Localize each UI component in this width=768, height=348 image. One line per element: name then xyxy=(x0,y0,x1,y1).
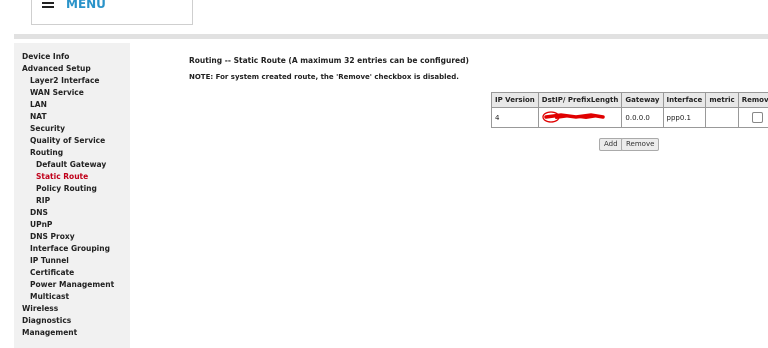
page-note: NOTE: For system created route, the 'Rem… xyxy=(189,73,459,81)
sidebar-item-lan[interactable]: LAN xyxy=(30,100,47,109)
sidebar-item-upnp[interactable]: UPnP xyxy=(30,220,52,229)
column-header-dstip: DstIP/ PrefixLength xyxy=(537,92,623,108)
column-header-interface: Interface xyxy=(662,92,707,108)
sidebar-item-ip-tunnel[interactable]: IP Tunnel xyxy=(30,256,69,265)
redaction-scribble xyxy=(542,111,605,123)
sidebar-item-multicast[interactable]: Multicast xyxy=(30,292,69,301)
sidebar-item-advanced-setup[interactable]: Advanced Setup xyxy=(22,64,91,73)
column-header-ip-version: IP Version xyxy=(491,92,539,108)
column-header-remove: Remove xyxy=(737,92,768,108)
sidebar-item-routing[interactable]: Routing xyxy=(30,148,63,157)
remove-button[interactable]: Remove xyxy=(621,138,660,151)
column-header-metric: metric xyxy=(705,92,739,108)
sidebar-item-policy-routing[interactable]: Policy Routing xyxy=(36,184,97,193)
page-title: Routing -- Static Route (A maximum 32 en… xyxy=(189,56,469,65)
header-divider xyxy=(14,34,768,39)
cell-remove xyxy=(737,107,768,128)
sidebar-item-diagnostics[interactable]: Diagnostics xyxy=(22,316,71,325)
sidebar-item-interface-grouping[interactable]: Interface Grouping xyxy=(30,244,110,253)
cell-dstip-redacted xyxy=(537,107,623,128)
table-header-row: IP Version DstIP/ PrefixLength Gateway I… xyxy=(491,92,768,108)
sidebar-item-layer2-interface[interactable]: Layer2 Interface xyxy=(30,76,99,85)
column-header-gateway: Gateway xyxy=(621,92,664,108)
cell-interface: ppp0.1 xyxy=(662,107,707,128)
sidebar-item-quality-of-service[interactable]: Quality of Service xyxy=(30,136,105,145)
sidebar-item-nat[interactable]: NAT xyxy=(30,112,47,121)
remove-checkbox[interactable] xyxy=(751,112,763,123)
sidebar-item-rip[interactable]: RIP xyxy=(36,196,50,205)
menu-label: MENU xyxy=(66,0,106,11)
sidebar-item-dns[interactable]: DNS xyxy=(30,208,48,217)
table-row: 4 0.0.0.0 ppp0.1 xyxy=(491,107,768,128)
sidebar-item-management[interactable]: Management xyxy=(22,328,77,337)
static-route-table: IP Version DstIP/ PrefixLength Gateway I… xyxy=(491,92,768,128)
cell-gateway: 0.0.0.0 xyxy=(621,107,664,128)
sidebar-item-default-gateway[interactable]: Default Gateway xyxy=(36,160,106,169)
sidebar-item-wan-service[interactable]: WAN Service xyxy=(30,88,84,97)
sidebar-item-dns-proxy[interactable]: DNS Proxy xyxy=(30,232,75,241)
cell-metric xyxy=(705,107,739,128)
sidebar-item-wireless[interactable]: Wireless xyxy=(22,304,58,313)
sidebar-item-power-management[interactable]: Power Management xyxy=(30,280,114,289)
sidebar-item-device-info[interactable]: Device Info xyxy=(22,52,69,61)
hamburger-icon xyxy=(42,0,54,8)
sidebar-item-certificate[interactable]: Certificate xyxy=(30,268,74,277)
sidebar-item-static-route[interactable]: Static Route xyxy=(36,172,88,181)
menu-toggle[interactable]: MENU xyxy=(31,0,193,25)
cell-ip-version: 4 xyxy=(491,107,539,128)
sidebar-item-security[interactable]: Security xyxy=(30,124,65,133)
add-button[interactable]: Add xyxy=(599,138,623,151)
